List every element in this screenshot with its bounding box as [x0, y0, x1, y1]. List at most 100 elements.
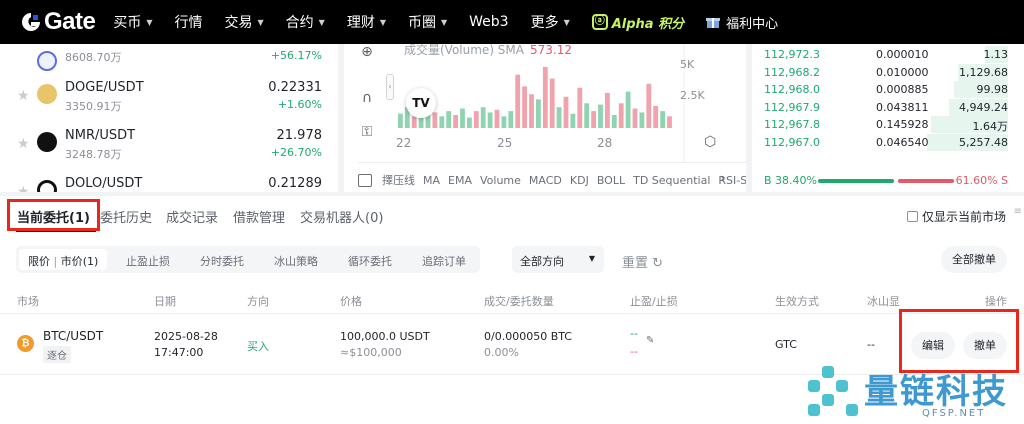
doge-coin-icon [37, 84, 57, 104]
more-icon[interactable]: ≡ [1014, 206, 1022, 217]
indicator-button[interactable]: Volume [480, 174, 521, 187]
welfare-center-link[interactable]: 福利中心 [706, 13, 778, 32]
chart-settings-icon[interactable]: ⬡ [704, 134, 716, 150]
indicator-button[interactable]: MA [423, 174, 440, 187]
watermark: 量链科技 QFSP.NET [806, 366, 1024, 424]
btc-coin-icon: ₿ [17, 335, 34, 352]
reset-button[interactable]: 重置 ↻ [622, 252, 663, 271]
market-symbol: NMR/USDT [65, 128, 136, 143]
sub-tab-iceberg[interactable]: 冰山策略 [274, 253, 318, 269]
volume-bar [591, 111, 596, 128]
direction-select[interactable]: 全部方向 ▼ [512, 246, 604, 273]
order-price: 100,000.0 USDT [340, 330, 430, 343]
sub-tab-trailing[interactable]: 追踪订单 [422, 253, 466, 269]
star-icon[interactable]: ★ [17, 88, 30, 104]
logo-text: Gate [44, 8, 96, 35]
volume-bar [529, 94, 534, 128]
indicator-bar: 擇压线 MA EMA Volume MACD KDJ BOLL TD Sequential RS… [358, 172, 746, 188]
nav-item[interactable]: 合约 ▼ [286, 12, 325, 32]
gift-icon [706, 18, 721, 28]
order-book-row[interactable]: 112,967.9 0.043811 4,949.24 [752, 98, 1024, 116]
tab-trade-history[interactable]: 成交记录 [166, 207, 218, 226]
only-current-market-toggle[interactable]: 仅显示当前市场 [906, 208, 1006, 225]
star-icon[interactable]: ★ [17, 136, 30, 152]
sub-tab-twap[interactable]: 分时委托 [200, 253, 244, 269]
col-iceberg: 冰山显 [867, 295, 900, 308]
chevron-right-icon[interactable]: › [720, 171, 725, 185]
order-book-row[interactable]: 112,968.2 0.010000 1,129.68 [752, 63, 1024, 81]
order-book-price: 112,968.0 [764, 83, 820, 96]
col-side: 方向 [247, 295, 269, 308]
order-book-row[interactable]: 112,972.3 0.000010 1.13 [752, 46, 1024, 63]
nav-item[interactable]: 理财 ▼ [347, 12, 386, 32]
logo-dot [808, 404, 820, 416]
nav-item[interactable]: 交易 ▼ [225, 12, 264, 32]
y-tick-label: 2.5K [680, 89, 705, 102]
nav-item[interactable]: 币圈 ▼ [408, 12, 447, 32]
volume-bar [522, 86, 527, 128]
col-filled: 成交/委托数量 [484, 295, 554, 308]
sub-tab-loop[interactable]: 循环委托 [348, 253, 392, 269]
sub-tab-tp-sl[interactable]: 止盈止损 [126, 253, 170, 269]
indicator-button[interactable]: 擇压线 [382, 172, 415, 188]
checkbox[interactable] [906, 211, 918, 222]
tab-loan-management[interactable]: 借款管理 [233, 207, 285, 226]
alpha-label: Alpha 积分 [611, 16, 685, 32]
nav-item[interactable]: 买币 ▼ [113, 12, 152, 32]
market-row[interactable]: ★ NMR/USDT 3248.78万 21.978 +26.70% [0, 128, 338, 176]
order-book-row[interactable]: 112,967.8 0.145928 1.64万 [752, 116, 1024, 133]
order-side: 买入 [247, 340, 269, 353]
volume-bar [487, 112, 493, 128]
order-book-price: 112,972.3 [764, 48, 820, 61]
indicator-button[interactable]: EMA [448, 174, 472, 187]
cancel-all-button[interactable]: 全部撤单 [941, 246, 1007, 273]
indicator-button[interactable]: BOLL [597, 174, 625, 187]
volume-bar [611, 115, 617, 128]
calendar-icon[interactable] [358, 173, 372, 187]
top-nav: Gate 买币 ▼ 行情 交易 ▼ 合约 ▼ 理财 ▼ 币圈 ▼ Web3 更多 ▼ ⓐ Alpha 积分… [0, 0, 1024, 44]
pencil-icon[interactable]: ✎ [646, 335, 654, 346]
caret-down-icon: ▼ [257, 17, 264, 27]
order-book-total: 5,257.48 [959, 135, 1008, 149]
star-icon[interactable]: ★ [17, 184, 30, 192]
volume-bar [549, 78, 555, 128]
order-book-total: 99.98 [976, 83, 1009, 96]
volume-bar [446, 111, 452, 128]
volume-bar [467, 117, 472, 128]
order-book: 112,972.3 0.000010 1.13 112,968.2 0.010000 1,… [752, 44, 1024, 192]
only-current-label: 仅显示当前市场 [921, 210, 1006, 224]
indicator-button[interactable]: TD Sequential [633, 174, 710, 187]
order-book-total: 4,949.24 [959, 100, 1008, 114]
indicator-button[interactable]: KDJ [570, 174, 589, 187]
nav-item[interactable]: 行情 [175, 12, 203, 32]
nav-item[interactable]: 更多 ▼ [531, 12, 570, 32]
order-book-row[interactable]: 112,968.0 0.000885 99.98 [752, 81, 1024, 98]
nav-item[interactable]: Web3 [469, 14, 508, 30]
sell-ratio-bar [898, 179, 954, 183]
gate-logo[interactable]: Gate [20, 8, 96, 36]
col-market: 市场 [17, 295, 39, 308]
order-tabs: 当前委托(1) 委托历史 成交记录 借款管理 交易机器人(0) 仅显示当前市场 … [0, 196, 1024, 232]
sell-ratio: 61.60% S [955, 174, 1008, 187]
order-book-row[interactable]: 112,967.0 0.046540 5,257.48 [752, 133, 1024, 151]
order-book-qty: 0.145928 [876, 118, 929, 131]
alpha-points-link[interactable]: ⓐ Alpha 积分 [591, 13, 685, 32]
indicator-button[interactable]: MACD [529, 174, 562, 187]
market-row[interactable]: ★ DOLO/USDT 0.21289 [0, 176, 338, 192]
order-book-qty: 0.000885 [876, 83, 929, 96]
caret-down-icon: ▼ [563, 17, 570, 27]
volume-bar [473, 111, 479, 128]
highlight-box [7, 199, 100, 231]
watermark-sub: QFSP.NET [922, 408, 986, 419]
watermark-text: 量链科技 [864, 372, 1008, 412]
tab-trading-bots[interactable]: 交易机器人(0) [300, 207, 383, 226]
volume-bar [618, 103, 624, 128]
watermark-logo [808, 366, 860, 418]
order-market[interactable]: BTC/USDT [43, 329, 103, 343]
tab-order-history[interactable]: 委托历史 [100, 207, 152, 226]
volume-bar [667, 116, 672, 128]
sub-tab-limit-market[interactable]: 限价 | 市价(1) [19, 249, 108, 270]
refresh-icon: ↻ [652, 256, 664, 271]
volume-bar [432, 112, 438, 128]
market-row[interactable]: ★ DOGE/USDT 3350.91万 0.22331 +1.60% [0, 80, 338, 128]
